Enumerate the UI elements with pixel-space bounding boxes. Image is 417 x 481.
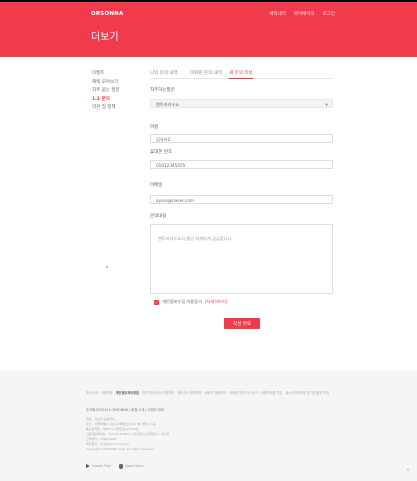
email-field[interactable]: ayuro@naver.com [150, 195, 333, 204]
inquiry-type-value: 렌트카카오쇼 [156, 101, 180, 107]
apple-store-label: Apple Store [124, 464, 144, 469]
footer-link[interactable]: 이용약관 [101, 390, 113, 395]
name-label: 이름 [150, 125, 159, 130]
app-stores: Google Play Apple Store [86, 464, 143, 469]
content-textarea[interactable]: 렌트카카오쇼의 팽균 자세하게 금금합니다. [150, 224, 333, 294]
footer-links: 회사소개 이용약관 개인정보처리방침 위치기반서비스이용약관 렌트카사 회원약관… [86, 390, 329, 395]
google-play-link[interactable]: Google Play [86, 464, 111, 469]
sidebar: 이벤트 혜택 모아보기 자주 묻는 질문 1:1 문의 약관 및 정책 [92, 70, 120, 113]
consent-checkbox[interactable]: ✓ [154, 299, 159, 305]
footer: 회사소개 이용약관 개인정보처리방침 위치기반서비스이용약관 렌트카사 회원약관… [0, 371, 417, 481]
footer-link[interactable]: 렌트카사 회원약관 [177, 390, 201, 395]
email-label: 이메일 [150, 183, 163, 188]
google-play-label: Google Play [92, 464, 111, 469]
logo[interactable]: ORSONNA [91, 11, 123, 17]
footer-link[interactable]: 위치기반서비스이용약관 [142, 390, 174, 395]
content-placeholder: 렌트카카오쇼의 팽균 자세하게 금금합니다. [158, 236, 233, 241]
name-field[interactable]: 김유라2 [150, 134, 333, 143]
apple-store-link[interactable]: Apple Store [118, 464, 144, 469]
content-label: 문의내용 [150, 214, 167, 219]
sidebar-item-terms[interactable]: 약관 및 정책 [92, 104, 120, 113]
footer-link[interactable]: 렌트카 제휴문의 [205, 390, 227, 395]
footer-company: 주식회사오르소나 ORSONNA | 회원 소개 | 사업자 정보 [86, 408, 164, 412]
email-value: ayuro@naver.com [156, 197, 194, 203]
nav-mypage[interactable]: 마이페이지 [294, 11, 315, 17]
tab-guest-inquiries[interactable]: 비회원 문의 내역 [190, 70, 222, 76]
phone-value: 01012345555 [156, 162, 186, 168]
footer-link[interactable]: 마케팅 정보수신 동의 [229, 390, 257, 395]
sidebar-item-events[interactable]: 이벤트 [92, 70, 120, 79]
footer-link-privacy[interactable]: 개인정보처리방침 [115, 390, 138, 395]
footer-link[interactable]: 청소년보호정책 및 개인정보 보호 [285, 390, 329, 395]
nav-login[interactable]: 로그인 [323, 11, 335, 17]
decorative-dot [106, 266, 108, 268]
inquiry-type-select[interactable]: 렌트카카오쇼 ▼ [150, 99, 333, 108]
tab-my-inquiries[interactable]: 나의 문의 내역 [150, 70, 178, 76]
consent-text: 개인정보수집 이용동의 [162, 299, 202, 304]
consent-detail-link[interactable]: [자세히보기] [205, 299, 228, 305]
footer-info-line: Copyright ORSONNA Corp. All rights reser… [86, 447, 156, 451]
chevron-down-icon: ▼ [325, 102, 328, 107]
footer-info: 대표 : 김소라 공동대표 주소 : 서울특별시 강남구 테헤란로 412 예시… [86, 417, 169, 452]
submit-button[interactable]: 작성 완료 [224, 318, 260, 329]
sidebar-item-benefits[interactable]: 혜택 모아보기 [92, 79, 120, 88]
apple-icon [118, 464, 123, 469]
google-play-icon [86, 464, 90, 469]
nav-reservations[interactable]: 예약내역 [269, 11, 286, 17]
scroll-top-icon[interactable]: ▲ [407, 467, 409, 471]
top-nav: 예약내역 마이페이지 로그인 [269, 11, 335, 17]
page-title: 더보기 [91, 32, 119, 43]
tab-new-inquiry[interactable]: 새 문의 작성 [229, 70, 253, 79]
name-value: 김유라2 [156, 136, 171, 142]
sidebar-item-inquiry[interactable]: 1:1 문의 [92, 96, 120, 105]
phone-field[interactable]: 01012345555 [150, 160, 333, 169]
phone-label: 휴대폰 번호 [150, 150, 173, 155]
inquiry-tabs: 나의 문의 내역 비회원 문의 내역 새 문의 작성 [150, 69, 333, 79]
footer-link[interactable]: 회사소개 [86, 390, 98, 395]
consent-row: ✓ 개인정보수집 이용동의 [자세히보기] [154, 299, 227, 305]
inquiry-type-label: 자주하는질문 [150, 88, 175, 93]
page-header: ORSONNA 예약내역 마이페이지 로그인 더보기 [0, 2, 417, 57]
sidebar-item-faq[interactable]: 자주 묻는 질문 [92, 87, 120, 96]
footer-link[interactable]: 여행자보험 가입 [261, 390, 283, 395]
